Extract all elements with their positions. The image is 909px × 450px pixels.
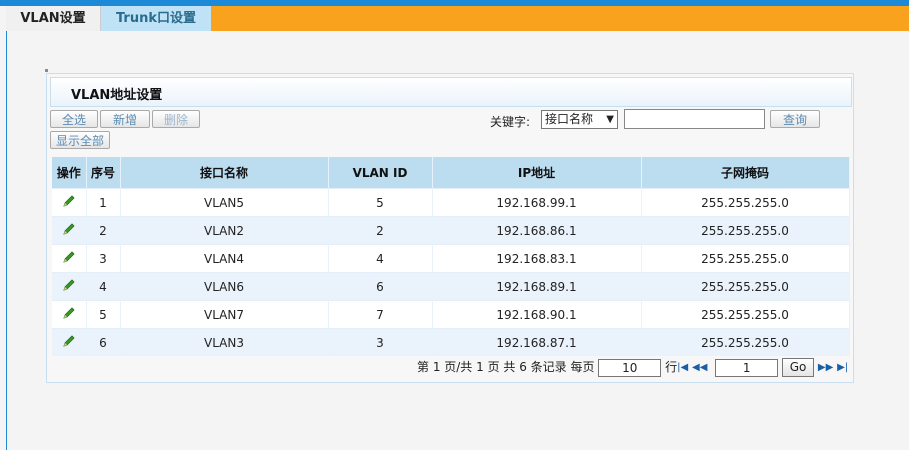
row-interface-name: VLAN5 — [120, 188, 329, 217]
row-vlan-id: 2 — [328, 216, 433, 245]
row-subnet-mask: 255.255.255.0 — [641, 328, 850, 356]
table-row: 3 VLAN4 4 192.168.83.1 255.255.255.0 — [52, 244, 850, 273]
delete-button[interactable]: 删除 — [152, 110, 200, 128]
col-header-index: 序号 — [86, 157, 121, 189]
table-row: 6 VLAN3 3 192.168.87.1 255.255.255.0 — [52, 328, 850, 356]
row-interface-name: VLAN4 — [120, 244, 329, 273]
vlan-table: 操作 序号 接口名称 VLAN ID IP地址 子网掩码 1 VLAN5 5 1… — [52, 157, 850, 356]
row-ip-address: 192.168.89.1 — [432, 272, 642, 301]
col-header-ip-address: IP地址 — [432, 157, 642, 189]
row-ip-address: 192.168.83.1 — [432, 244, 642, 273]
row-vlan-id: 7 — [328, 300, 433, 329]
edit-pencil-icon[interactable] — [61, 305, 77, 321]
add-button[interactable]: 新增 — [100, 110, 150, 128]
col-header-subnet-mask: 子网掩码 — [641, 157, 850, 189]
row-subnet-mask: 255.255.255.0 — [641, 272, 850, 301]
panel-corner-marker — [45, 69, 48, 72]
row-index: 2 — [86, 216, 121, 245]
table-row: 5 VLAN7 7 192.168.90.1 255.255.255.0 — [52, 300, 850, 329]
row-vlan-id: 6 — [328, 272, 433, 301]
row-subnet-mask: 255.255.255.0 — [641, 244, 850, 273]
col-header-action: 操作 — [52, 157, 87, 189]
last-page-icon[interactable]: ▶| — [837, 358, 848, 378]
table-header-row: 操作 序号 接口名称 VLAN ID IP地址 子网掩码 — [52, 157, 850, 189]
edit-pencil-icon[interactable] — [61, 249, 77, 265]
row-index: 1 — [86, 188, 121, 217]
row-vlan-id: 4 — [328, 244, 433, 273]
col-header-interface-name: 接口名称 — [120, 157, 329, 189]
keyword-select[interactable]: 接口名称 ▼ — [541, 110, 618, 129]
row-interface-name: VLAN2 — [120, 216, 329, 245]
row-vlan-id: 5 — [328, 188, 433, 217]
tab-strip: VLAN设置 Trunk口设置 — [6, 6, 909, 31]
row-ip-address: 192.168.87.1 — [432, 328, 642, 356]
select-all-button[interactable]: 全选 — [50, 110, 98, 128]
search-button[interactable]: 查询 — [770, 110, 820, 128]
row-unit-label: 行 — [665, 360, 678, 374]
edit-pencil-icon[interactable] — [61, 333, 77, 349]
row-subnet-mask: 255.255.255.0 — [641, 188, 850, 217]
row-index: 5 — [86, 300, 121, 329]
left-border-line — [6, 31, 7, 450]
show-all-button[interactable]: 显示全部 — [50, 131, 110, 149]
page-number-input[interactable]: 1 — [715, 358, 779, 377]
table-row: 1 VLAN5 5 192.168.99.1 255.255.255.0 — [52, 188, 850, 217]
row-vlan-id: 3 — [328, 328, 433, 356]
row-interface-name: VLAN7 — [120, 300, 329, 329]
row-ip-address: 192.168.90.1 — [432, 300, 642, 329]
keyword-select-value: 接口名称 — [545, 112, 594, 126]
keyword-label: 关键字: — [490, 115, 531, 129]
table-row: 2 VLAN2 2 192.168.86.1 255.255.255.0 — [52, 216, 850, 245]
edit-cell — [52, 216, 87, 245]
row-interface-name: VLAN6 — [120, 272, 329, 301]
pager-summary: 第 1 页/共 1 页 共 6 条记录 每页 — [417, 360, 595, 374]
pagination-bar: 第 1 页/共 1 页 共 6 条记录 每页 10 行|◀ ◀◀ 1 Go ▶▶… — [417, 357, 848, 377]
edit-cell — [52, 272, 87, 301]
row-index: 4 — [86, 272, 121, 301]
edit-pencil-icon[interactable] — [61, 193, 77, 209]
edit-pencil-icon[interactable] — [61, 277, 77, 293]
row-index: 3 — [86, 244, 121, 273]
row-subnet-mask: 255.255.255.0 — [641, 216, 850, 245]
edit-cell — [52, 244, 87, 273]
prev-page-icon[interactable]: ◀◀ — [692, 358, 707, 378]
tab-vlan-settings[interactable]: VLAN设置 — [6, 6, 101, 31]
edit-cell — [52, 328, 87, 356]
table-row: 4 VLAN6 6 192.168.89.1 255.255.255.0 — [52, 272, 850, 301]
go-button[interactable]: Go — [782, 358, 815, 377]
row-subnet-mask: 255.255.255.0 — [641, 300, 850, 329]
row-interface-name: VLAN3 — [120, 328, 329, 356]
row-ip-address: 192.168.99.1 — [432, 188, 642, 217]
col-header-vlan-id: VLAN ID — [328, 157, 433, 189]
next-page-icon[interactable]: ▶▶ — [818, 358, 833, 378]
per-page-input[interactable]: 10 — [598, 358, 662, 377]
keyword-input[interactable] — [624, 109, 765, 129]
vlan-address-panel: VLAN地址设置 全选 新增 删除 显示全部 关键字: 接口名称 ▼ 查询 操作… — [46, 73, 854, 383]
panel-header: VLAN地址设置 — [50, 77, 852, 107]
edit-cell — [52, 188, 87, 217]
chevron-down-icon: ▼ — [606, 114, 614, 125]
row-ip-address: 192.168.86.1 — [432, 216, 642, 245]
tab-trunk-settings[interactable]: Trunk口设置 — [101, 6, 211, 31]
first-page-icon[interactable]: |◀ — [677, 358, 688, 378]
edit-pencil-icon[interactable] — [61, 221, 77, 237]
edit-cell — [52, 300, 87, 329]
row-index: 6 — [86, 328, 121, 356]
panel-title: VLAN地址设置 — [71, 88, 163, 103]
